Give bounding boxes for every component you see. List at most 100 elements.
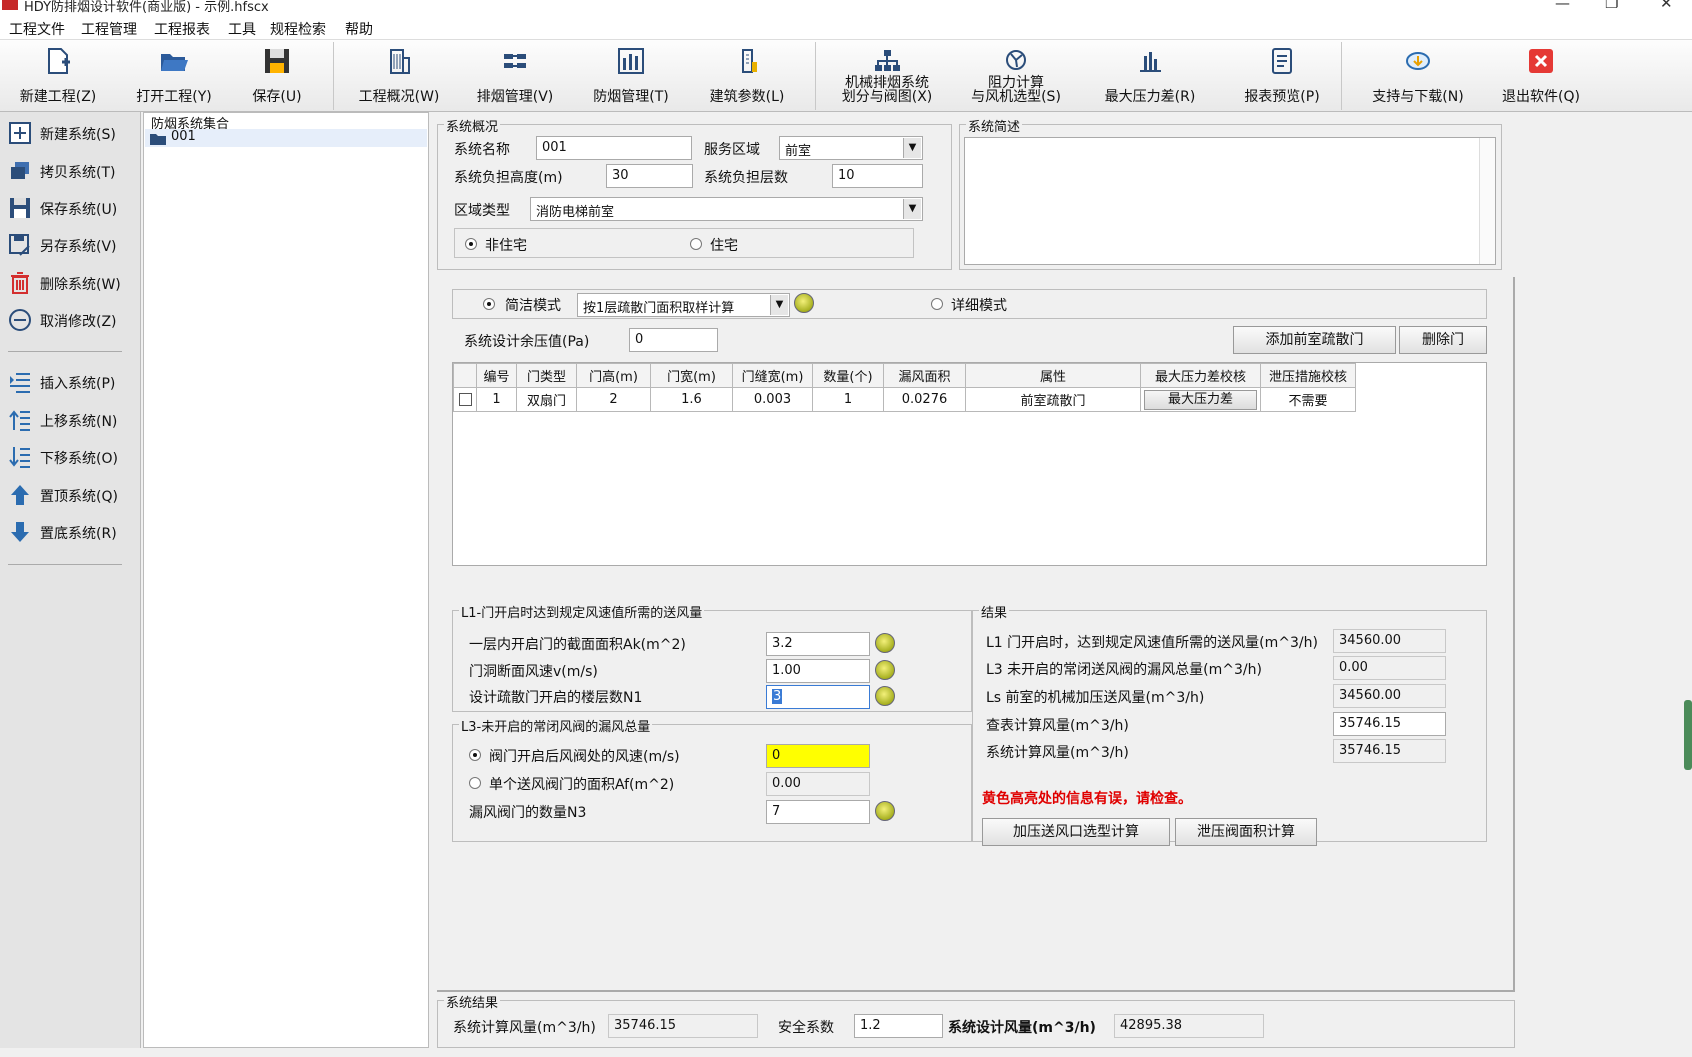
- non-residential-radio[interactable]: [465, 238, 477, 250]
- building-param-button[interactable]: 建筑参数(L): [694, 40, 800, 112]
- table-cell[interactable]: 前室疏散门: [965, 387, 1141, 412]
- table-cell[interactable]: 1: [476, 387, 517, 412]
- to-bottom-icon: [11, 522, 29, 542]
- table-cell[interactable]: 0.003: [732, 387, 813, 412]
- table-cell[interactable]: 双扇门: [516, 387, 577, 412]
- cancel-edit-button[interactable]: 取消修改(Z): [6, 304, 136, 334]
- add-door-button[interactable]: 添加前室疏散门: [1233, 326, 1396, 354]
- simple-mode-radio[interactable]: [483, 298, 495, 310]
- move-down-system-button[interactable]: 下移系统(O): [6, 441, 136, 471]
- residual-pressure-field[interactable]: 0: [629, 328, 718, 352]
- support-download-button[interactable]: 支持与下载(N): [1356, 40, 1480, 112]
- menu-help[interactable]: 帮助: [345, 19, 373, 39]
- table-cell[interactable]: 0.0276: [883, 387, 966, 412]
- valve-area-field[interactable]: 0.00: [766, 772, 870, 796]
- save-as-system-button[interactable]: 另存系统(V): [6, 229, 136, 259]
- valve-speed-field[interactable]: 0: [766, 744, 870, 768]
- chevron-down-icon[interactable]: ▼: [903, 199, 921, 219]
- to-top-system-button[interactable]: 置顶系统(Q): [6, 479, 136, 509]
- valve-speed-radio[interactable]: [469, 749, 481, 761]
- table-cell[interactable]: 2: [576, 387, 651, 412]
- table-cell[interactable]: 不需要: [1260, 387, 1356, 412]
- table-cell[interactable]: 1: [812, 387, 884, 412]
- residential-type-group: 非住宅 住宅: [454, 228, 914, 258]
- tip-bulb-icon[interactable]: [875, 801, 895, 821]
- max-pressure-button[interactable]: 最大压力差(R): [1090, 40, 1210, 112]
- ak-field[interactable]: 3.2: [766, 632, 870, 656]
- detail-mode-radio[interactable]: [931, 298, 943, 310]
- error-message: 黄色高亮处的信息有误，请检查。: [982, 791, 1192, 807]
- tip-bulb-icon[interactable]: [794, 293, 814, 313]
- to-bottom-system-button[interactable]: 置底系统(R): [6, 516, 136, 546]
- chevron-down-icon[interactable]: ▼: [770, 295, 788, 315]
- menu-code-search[interactable]: 规程检索: [270, 19, 326, 39]
- n1-field[interactable]: 3: [766, 685, 870, 709]
- table-cell[interactable]: 1.6: [650, 387, 733, 412]
- header-select: [453, 363, 477, 388]
- table-airflow-field[interactable]: 35746.15: [1333, 712, 1446, 736]
- valve-area-label: 单个送风阀门的面积Af(m^2): [489, 777, 675, 793]
- max-pressure-check-button[interactable]: 最大压力差: [1144, 389, 1257, 410]
- relief-valve-calc-button[interactable]: 泄压阀面积计算: [1175, 818, 1317, 846]
- copy-system-button[interactable]: 拷贝系统(T): [6, 155, 136, 185]
- n3-field[interactable]: 7: [766, 800, 870, 824]
- side-scroll-handle[interactable]: [1684, 700, 1692, 770]
- menu-project[interactable]: 工程管理: [81, 19, 137, 39]
- smoke-prevent-button[interactable]: 防烟管理(T): [578, 40, 684, 112]
- save-as-icon: [9, 234, 30, 256]
- menu-file[interactable]: 工程文件: [9, 19, 65, 39]
- description-scrollbar[interactable]: [1479, 138, 1495, 264]
- description-textarea[interactable]: [964, 137, 1496, 265]
- exit-button[interactable]: 退出软件(Q): [1490, 40, 1592, 112]
- move-down-icon: [9, 447, 30, 468]
- outlet-calc-button[interactable]: 加压送风口选型计算: [982, 818, 1170, 846]
- new-system-button[interactable]: 新建系统(S): [6, 117, 136, 147]
- row-checkbox-cell[interactable]: [453, 387, 477, 412]
- menu-tools[interactable]: 工具: [228, 19, 256, 39]
- mech-exhaust-button[interactable]: 机械排烟系统 划分与阀图(X): [826, 40, 948, 112]
- minimize-icon[interactable]: —: [1555, 0, 1570, 12]
- smoke-exhaust-icon: [504, 54, 526, 68]
- trash-icon: [11, 272, 29, 294]
- system-name-field[interactable]: 001: [536, 136, 692, 160]
- overview-group: 系统概况 系统名称 001 服务区域 前室 ▼ 系统负担高度(m) 30 系统负担…: [437, 116, 952, 270]
- calc-method-select[interactable]: 按1层疏散门面积取样计算 ▼: [577, 293, 790, 317]
- move-up-system-button[interactable]: 上移系统(N): [6, 404, 136, 434]
- close-icon[interactable]: ✕: [1660, 0, 1673, 12]
- max-pressure-cell: 最大压力差: [1140, 387, 1261, 412]
- row-checkbox[interactable]: [458, 393, 472, 406]
- fan-calc-button[interactable]: 阻力计算 与风机选型(S): [955, 40, 1077, 112]
- service-area-select[interactable]: 前室 ▼: [779, 136, 923, 160]
- valve-area-radio[interactable]: [469, 777, 481, 789]
- door-velocity-field[interactable]: 1.00: [766, 659, 870, 683]
- tip-bulb-icon[interactable]: [875, 660, 895, 680]
- residual-pressure-label: 系统设计余压值(Pa): [464, 334, 590, 350]
- result-label: 查表计算风量(m^3/h): [986, 718, 1129, 734]
- delete-door-button[interactable]: 删除门: [1399, 326, 1487, 354]
- to-top-icon: [11, 485, 29, 505]
- restore-icon[interactable]: ❐: [1605, 0, 1618, 12]
- save-button[interactable]: 保存(U): [232, 40, 322, 112]
- delete-system-button[interactable]: 删除系统(W): [6, 267, 136, 297]
- save-system-button[interactable]: 保存系统(U): [6, 192, 136, 222]
- zone-type-select[interactable]: 消防电梯前室 ▼: [530, 197, 923, 221]
- simple-mode-label: 简洁模式: [505, 298, 561, 314]
- report-preview-button[interactable]: 报表预览(P): [1222, 40, 1342, 112]
- open-project-button[interactable]: 打开工程(Y): [124, 40, 224, 112]
- tree-item[interactable]: 001: [145, 129, 427, 147]
- residential-radio[interactable]: [690, 238, 702, 250]
- insert-system-button[interactable]: 插入系统(P): [6, 366, 136, 396]
- safety-factor-field[interactable]: 1.2: [854, 1014, 943, 1038]
- result-group: 结果 L1 门开启时，达到规定风速值所需的送风量(m^3/h) 34560.00…: [972, 602, 1487, 846]
- floors-field[interactable]: 10: [832, 164, 923, 188]
- header-cell: 编号: [476, 363, 517, 388]
- new-project-button[interactable]: 新建工程(Z): [10, 40, 106, 112]
- smoke-exhaust-button[interactable]: 排烟管理(V): [462, 40, 568, 112]
- chevron-down-icon[interactable]: ▼: [903, 138, 921, 158]
- menu-report[interactable]: 工程报表: [154, 19, 210, 39]
- table-row[interactable]: 1 双扇门 2 1.6 0.003 1 0.0276 前室疏散门 最大压力差 不…: [453, 387, 1356, 412]
- project-overview-button[interactable]: 工程概况(W): [346, 40, 452, 112]
- tip-bulb-icon[interactable]: [875, 633, 895, 653]
- tip-bulb-icon[interactable]: [875, 686, 895, 706]
- height-field[interactable]: 30: [606, 164, 693, 188]
